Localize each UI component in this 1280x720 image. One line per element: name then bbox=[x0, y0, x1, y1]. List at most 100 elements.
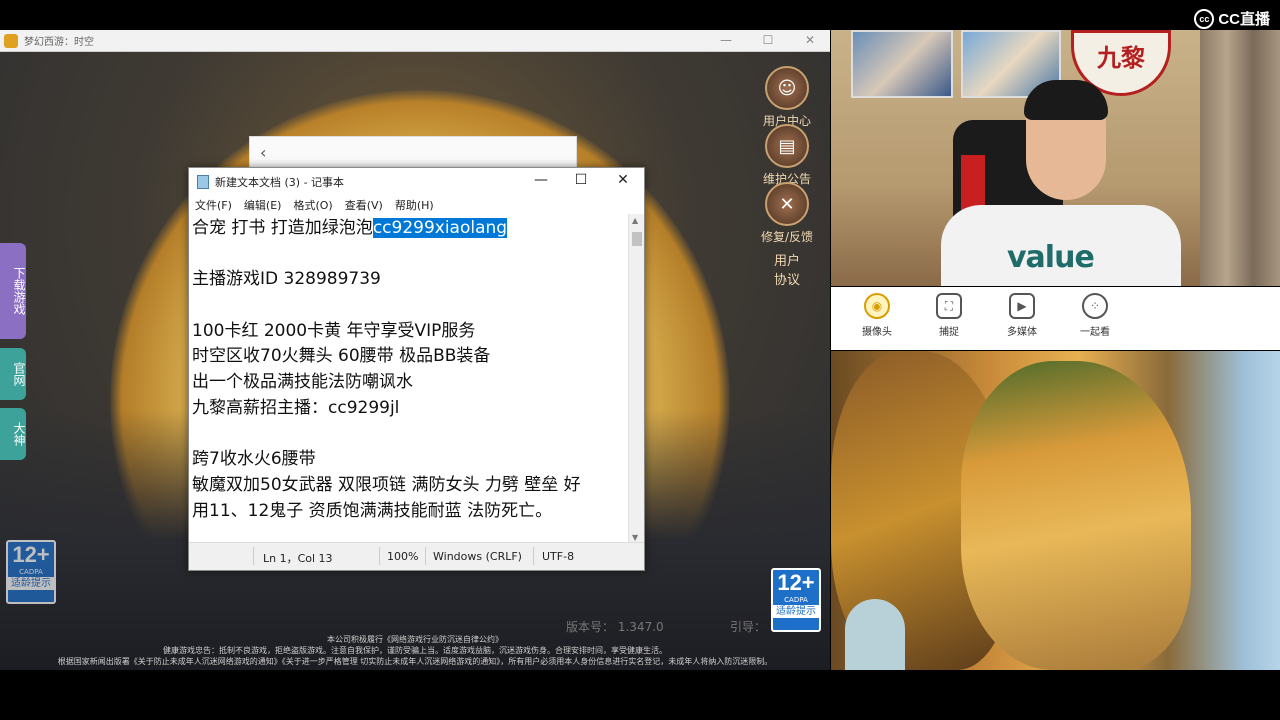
watch-together-label: 一起看 bbox=[1080, 327, 1110, 338]
capture-label: 捕捉 bbox=[939, 327, 959, 338]
game-title: 梦幻西游：时空 bbox=[24, 37, 94, 48]
status-divider bbox=[253, 547, 254, 565]
version-info: 版本号： 1.347.0 bbox=[566, 618, 664, 635]
notepad-close-button[interactable]: ✕ bbox=[603, 172, 643, 188]
version-label: 版本号： bbox=[566, 620, 615, 634]
menu-format[interactable]: 格式(O) bbox=[293, 197, 332, 213]
menu-user-center[interactable]: ☺ 用户中心 bbox=[757, 66, 817, 129]
scroll-thumb[interactable] bbox=[632, 232, 642, 246]
menu-view[interactable]: 查看(V) bbox=[345, 197, 383, 213]
game-maximize-button[interactable]: ☐ bbox=[748, 30, 788, 52]
camera-icon: ◉ bbox=[864, 293, 890, 319]
menu-agreement[interactable]: 用户协议 bbox=[757, 250, 817, 288]
game-close-button[interactable]: ✕ bbox=[790, 30, 830, 52]
notepad-text-area[interactable]: 合宠 打书 打造加绿泡泡cc9299xiaolang 主播游戏ID 328989… bbox=[189, 214, 629, 544]
notepad-scrollbar[interactable]: ▲ ▼ bbox=[628, 214, 644, 544]
game-app-icon bbox=[4, 33, 18, 48]
media-play-icon: ▶ bbox=[1009, 293, 1035, 319]
age-number: 12+ bbox=[12, 542, 50, 567]
menu-help[interactable]: 帮助(H) bbox=[395, 197, 434, 213]
selected-text: cc9299xiaolang bbox=[372, 218, 508, 238]
text-line: 主播游戏ID 328989739 bbox=[192, 269, 381, 290]
text-line: 九黎高薪招主播：cc9299jl bbox=[192, 397, 400, 418]
version-value: 1.347.0 bbox=[617, 620, 664, 634]
platform-brand: CC直播 bbox=[1218, 11, 1270, 28]
camera-button[interactable]: ◉ 摄像头 bbox=[847, 293, 907, 338]
game-titlebar: 梦幻西游：时空 — ☐ ✕ bbox=[0, 30, 830, 52]
back-chevron-icon[interactable]: ‹ bbox=[260, 143, 266, 162]
side-tab-download[interactable]: 下载游戏 bbox=[0, 243, 26, 339]
health-notice: 本公司积极履行《网络游戏行业防沉迷自律公约》 健康游戏忠告：抵制不良游戏，拒绝盗… bbox=[0, 634, 830, 667]
status-divider bbox=[425, 547, 426, 565]
text-line: 时空区收70火舞头 60腰带 极品BB装备 bbox=[192, 346, 491, 367]
notice-icon: ▤ bbox=[765, 124, 809, 168]
status-divider bbox=[533, 547, 534, 565]
notepad-minimize-button[interactable]: — bbox=[521, 172, 561, 188]
age-tip: 适龄提示 bbox=[8, 577, 54, 590]
menu-file[interactable]: 文件(F) bbox=[195, 197, 232, 213]
status-position: Ln 1，Col 13 bbox=[263, 552, 333, 565]
platform-logo: cc CC直播 bbox=[1194, 8, 1270, 29]
text-line-prefix: 合宠 打书 打造加绿泡泡 bbox=[192, 218, 373, 238]
age-number: 12+ bbox=[777, 570, 815, 595]
wall-poster bbox=[851, 30, 953, 98]
age-org: CADPA bbox=[784, 596, 808, 604]
camera-label: 摄像头 bbox=[862, 327, 892, 338]
webcam-feed: 九黎 value bbox=[831, 30, 1280, 286]
media-button[interactable]: ▶ 多媒体 bbox=[992, 293, 1052, 338]
text-line bbox=[192, 422, 626, 448]
notepad-app-icon bbox=[197, 175, 209, 189]
notepad-title: 新建文本文档 (3) - 记事本 bbox=[215, 176, 345, 189]
text-line: 合宠 打书 打造加绿泡泡cc9299xiaolang bbox=[192, 216, 626, 242]
side-tab-official[interactable]: 官网 bbox=[0, 348, 26, 400]
status-zoom: 100% bbox=[387, 550, 419, 563]
side-tab-dashen[interactable]: 大神 bbox=[0, 408, 26, 460]
text-line bbox=[192, 293, 626, 319]
notepad-titlebar: 新建文本文档 (3) - 记事本 — ☐ ✕ bbox=[189, 168, 644, 196]
age-rating-badge-right[interactable]: 12+ CADPA 适龄提示 bbox=[771, 568, 821, 632]
scroll-down-icon[interactable]: ▼ bbox=[632, 533, 638, 542]
watch-together-button[interactable]: ⁘ 一起看 bbox=[1065, 293, 1125, 338]
login-panel: ‹ bbox=[249, 136, 577, 170]
text-line bbox=[192, 242, 626, 268]
game-minimize-button[interactable]: — bbox=[706, 30, 746, 52]
status-encoding: UTF-8 bbox=[542, 550, 575, 563]
stream-controls: ◉ 摄像头 ⛶ 捕捉 ▶ 多媒体 ⁘ 一起看 bbox=[831, 287, 1280, 350]
user-icon: ☺ bbox=[765, 66, 809, 110]
menu-edit[interactable]: 编辑(E) bbox=[244, 197, 282, 213]
status-line-ending: Windows (CRLF) bbox=[433, 550, 522, 563]
age-rating-badge-left[interactable]: 12+ CADPA 适龄提示 bbox=[6, 540, 56, 604]
guide-label[interactable]: 引导： bbox=[730, 618, 766, 635]
text-line: 用11、12鬼子 资质饱满满技能耐蓝 法防死亡。 bbox=[192, 500, 553, 521]
menu-repair[interactable]: ✕ 修复/反馈 bbox=[757, 182, 817, 245]
notepad-statusbar: Ln 1，Col 13 100% Windows (CRLF) UTF-8 bbox=[189, 542, 644, 570]
menu-agreement-label: 用户协议 bbox=[773, 254, 800, 288]
cc-logo-icon: cc bbox=[1194, 8, 1215, 29]
notepad-maximize-button[interactable]: ☐ bbox=[561, 172, 601, 188]
text-line: 100卡红 2000卡黄 年守享受VIP服务 bbox=[192, 320, 476, 341]
text-line: 跨7收水火6腰带 bbox=[192, 449, 316, 470]
repair-icon: ✕ bbox=[765, 182, 809, 226]
menu-repair-label: 修复/反馈 bbox=[760, 230, 814, 244]
rock-arch bbox=[845, 599, 905, 670]
curtain bbox=[1200, 30, 1280, 286]
status-divider bbox=[379, 547, 380, 565]
footer-line: 健康游戏忠告：抵制不良游戏，拒绝盗版游戏。注意自我保护，谨防受骗上当。适度游戏益… bbox=[163, 646, 667, 655]
notepad-menubar: 文件(F) 编辑(E) 格式(O) 查看(V) 帮助(H) bbox=[189, 196, 644, 214]
capture-icon: ⛶ bbox=[936, 293, 962, 319]
menu-notice[interactable]: ▤ 维护公告 bbox=[757, 124, 817, 187]
text-line: 敏魔双加50女武器 双限项链 满防女头 力劈 壁垒 好 bbox=[192, 474, 581, 495]
scroll-up-icon[interactable]: ▲ bbox=[632, 216, 638, 225]
cliff-center bbox=[961, 361, 1191, 670]
age-org: CADPA bbox=[19, 568, 43, 576]
watch-together-icon: ⁘ bbox=[1082, 293, 1108, 319]
screen: cc CC直播 梦幻西游：时空 — ☐ ✕ ‹ 下载游戏 官网 大神 ☺ 用户中… bbox=[0, 0, 1280, 720]
media-label: 多媒体 bbox=[1007, 327, 1037, 338]
streamer-hair bbox=[1024, 80, 1108, 120]
capture-button[interactable]: ⛶ 捕捉 bbox=[919, 293, 979, 338]
landscape-video bbox=[831, 351, 1280, 670]
shirt-print: value bbox=[1007, 240, 1095, 275]
text-line: 出一个极品满技能法防嘲讽水 bbox=[192, 372, 413, 393]
footer-line: 本公司积极履行《网络游戏行业防沉迷自律公约》 bbox=[327, 635, 503, 644]
age-tip: 适龄提示 bbox=[773, 605, 819, 618]
